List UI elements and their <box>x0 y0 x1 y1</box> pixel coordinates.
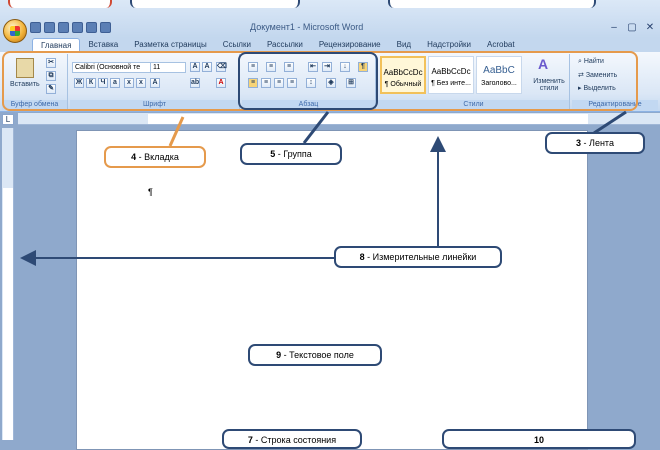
callout-statusbar-text: - Строка состояния <box>252 435 337 445</box>
arrow-group <box>302 111 330 144</box>
callout-arrows <box>20 110 627 266</box>
callout-ribbon-text: - Лента <box>581 138 614 148</box>
callout-statusbar: 7 - Строка состояния <box>222 429 362 449</box>
arrow-tab <box>168 116 185 147</box>
callout-tab: 4 - Вкладка <box>104 146 206 168</box>
callout-group: 5 - Группа <box>240 143 342 165</box>
callout-bottom-right: 10 <box>442 429 636 449</box>
callout-textarea-text: - Текстовое поле <box>281 350 354 360</box>
callout-group-text: - Группа <box>275 149 312 159</box>
callout-tab-text: - Вкладка <box>136 152 179 162</box>
callout-rulers: 8 - Измерительные линейки <box>334 246 502 268</box>
arrow-ribbon <box>593 110 627 135</box>
callout-rulers-text: - Измерительные линейки <box>364 252 477 262</box>
office-logo-icon <box>10 26 20 36</box>
callout-textarea: 9 - Текстовое поле <box>248 344 382 366</box>
callout-ribbon: 3 - Лента <box>545 132 645 154</box>
callout-bottom-right-num: 10 <box>533 435 544 445</box>
office-button[interactable] <box>3 19 27 43</box>
